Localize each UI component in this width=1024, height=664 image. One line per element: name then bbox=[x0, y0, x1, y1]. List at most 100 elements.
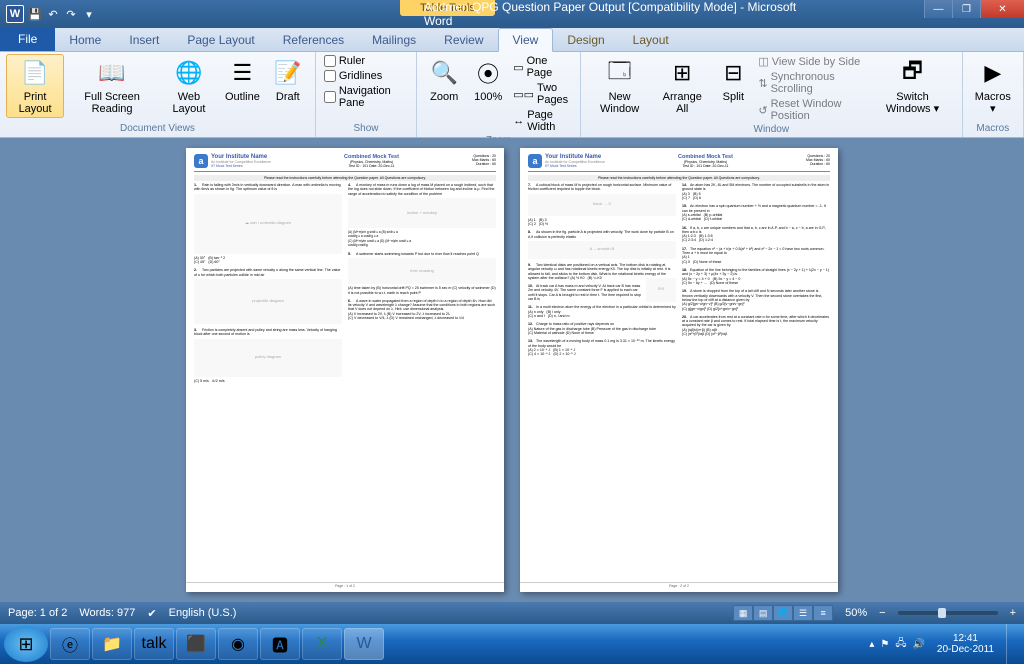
two-pages-button[interactable]: ▭▭ Two Pages bbox=[511, 81, 574, 107]
group-show: Ruler Gridlines Navigation Pane Show bbox=[316, 52, 417, 137]
full-screen-icon: 📖 bbox=[96, 57, 128, 89]
ruler-checkbox[interactable]: Ruler bbox=[322, 54, 410, 68]
reset-window-button: ↺ Reset Window Position bbox=[756, 97, 867, 123]
arrange-all-button[interactable]: ⊞Arrange All bbox=[654, 54, 710, 118]
group-zoom: 🔍Zoom ⦿100% ▭ One Page ▭▭ Two Pages ↔ Pa… bbox=[417, 52, 581, 137]
page-1[interactable]: a Your Institute Name An Institute for C… bbox=[186, 148, 504, 592]
view-draft-icon[interactable]: ≡ bbox=[813, 605, 833, 621]
page-2[interactable]: a Your Institute Name An Institute for C… bbox=[520, 148, 838, 592]
tab-references[interactable]: References bbox=[269, 29, 358, 51]
window-title: Addmen QPG Question Paper Output [Compat… bbox=[424, 0, 824, 28]
draft-button[interactable]: 📝Draft bbox=[267, 54, 309, 106]
page-width-button[interactable]: ↔ Page Width bbox=[511, 108, 574, 134]
ribbon: 📄Print Layout 📖Full Screen Reading 🌐Web … bbox=[0, 52, 1024, 138]
zoom-icon: 🔍 bbox=[428, 57, 460, 89]
page-width-icon: ↔ bbox=[513, 115, 524, 127]
taskbar-word[interactable]: W bbox=[344, 628, 384, 660]
taskbar-app2[interactable]: 🅰 bbox=[260, 628, 300, 660]
new-window-icon: 🗔 bbox=[604, 57, 636, 89]
taskbar: ⊞ ⓔ 📁 talk ⬛ ◉ 🅰 X W ▴ ⚑ 🖧 🔊 12:41 20-De… bbox=[0, 624, 1024, 664]
tab-file[interactable]: File bbox=[0, 27, 55, 51]
diagram-pulley: pulley diagram bbox=[194, 339, 342, 377]
split-button[interactable]: ⊟Split bbox=[712, 54, 754, 106]
one-page-icon: ▭ bbox=[513, 61, 523, 74]
status-words[interactable]: Words: 977 bbox=[79, 607, 135, 619]
zoom-button[interactable]: 🔍Zoom bbox=[423, 54, 465, 106]
tray-clock[interactable]: 12:41 20-Dec-2011 bbox=[931, 633, 1000, 655]
sync-scroll-icon: ⇅ bbox=[758, 77, 767, 90]
view-side-by-side-button: ◫ View Side by Side bbox=[756, 54, 867, 69]
status-page[interactable]: Page: 1 of 2 bbox=[8, 607, 67, 619]
switch-windows-icon: 🗗 bbox=[897, 57, 929, 89]
diagram-collision: A→ smooth B bbox=[528, 241, 676, 259]
split-icon: ⊟ bbox=[717, 57, 749, 89]
save-icon[interactable]: 💾 bbox=[28, 7, 42, 21]
tab-view[interactable]: View bbox=[498, 28, 554, 52]
status-zoom[interactable]: 50% bbox=[845, 607, 867, 619]
zoom-out-button[interactable]: − bbox=[879, 607, 885, 619]
view-web-icon[interactable]: 🌐 bbox=[773, 605, 793, 621]
taskbar-ie[interactable]: ⓔ bbox=[50, 628, 90, 660]
tab-insert[interactable]: Insert bbox=[115, 29, 173, 51]
print-layout-button[interactable]: 📄Print Layout bbox=[6, 54, 64, 118]
web-layout-button[interactable]: 🌐Web Layout bbox=[160, 54, 218, 118]
tab-page-layout[interactable]: Page Layout bbox=[173, 29, 268, 51]
outline-button[interactable]: ☰Outline bbox=[220, 54, 265, 106]
tab-design[interactable]: Design bbox=[553, 29, 618, 51]
hundred-percent-button[interactable]: ⦿100% bbox=[467, 54, 509, 106]
maximize-button[interactable]: ❐ bbox=[952, 0, 980, 18]
tray-volume-icon[interactable]: 🔊 bbox=[912, 639, 924, 650]
macros-button[interactable]: ▶Macros ▾ bbox=[969, 54, 1017, 118]
view-outline-icon[interactable]: ☰ bbox=[793, 605, 813, 621]
ribbon-tabs: File Home Insert Page Layout References … bbox=[0, 28, 1024, 52]
sync-scroll-button: ⇅ Synchronous Scrolling bbox=[756, 70, 867, 96]
hundred-icon: ⦿ bbox=[472, 57, 504, 89]
logo-icon: a bbox=[528, 154, 542, 168]
tab-home[interactable]: Home bbox=[55, 29, 115, 51]
window-controls: — ❐ ✕ bbox=[924, 0, 1024, 18]
tab-layout[interactable]: Layout bbox=[619, 29, 683, 51]
view-full-screen-icon[interactable]: ▤ bbox=[753, 605, 773, 621]
tab-mailings[interactable]: Mailings bbox=[358, 29, 430, 51]
nav-pane-checkbox[interactable]: Navigation Pane bbox=[322, 84, 410, 110]
diagram-incline: incline + monkey bbox=[348, 198, 496, 228]
full-screen-reading-button[interactable]: 📖Full Screen Reading bbox=[66, 54, 158, 118]
start-button[interactable]: ⊞ bbox=[4, 626, 48, 662]
qat-dropdown-icon[interactable]: ▾ bbox=[82, 7, 96, 21]
taskbar-excel[interactable]: X bbox=[302, 628, 342, 660]
word-icon[interactable]: W bbox=[6, 5, 24, 23]
print-layout-icon: 📄 bbox=[19, 57, 51, 89]
show-desktop-button[interactable] bbox=[1006, 624, 1020, 664]
taskbar-gtalk[interactable]: talk bbox=[134, 628, 174, 660]
undo-icon[interactable]: ↶ bbox=[46, 7, 60, 21]
minimize-button[interactable]: — bbox=[924, 0, 952, 18]
diagram-rain: ☁ rain / umbrella diagram bbox=[194, 194, 342, 254]
draft-icon: 📝 bbox=[272, 57, 304, 89]
redo-icon[interactable]: ↷ bbox=[64, 7, 78, 21]
logo-icon: a bbox=[194, 154, 208, 168]
document-area[interactable]: a Your Institute Name An Institute for C… bbox=[0, 138, 1024, 602]
zoom-slider[interactable] bbox=[898, 611, 998, 615]
view-print-layout-icon[interactable]: ▦ bbox=[733, 605, 753, 621]
arrange-all-icon: ⊞ bbox=[666, 57, 698, 89]
switch-windows-button[interactable]: 🗗Switch Windows ▾ bbox=[869, 54, 955, 118]
reset-window-icon: ↺ bbox=[758, 104, 767, 117]
taskbar-app1[interactable]: ⬛ bbox=[176, 628, 216, 660]
one-page-button[interactable]: ▭ One Page bbox=[511, 54, 574, 80]
side-by-side-icon: ◫ bbox=[758, 55, 768, 68]
taskbar-explorer[interactable]: 📁 bbox=[92, 628, 132, 660]
group-window: 🗔New Window ⊞Arrange All ⊟Split ◫ View S… bbox=[581, 52, 963, 137]
close-button[interactable]: ✕ bbox=[980, 0, 1024, 18]
new-window-button[interactable]: 🗔New Window bbox=[587, 54, 652, 118]
tab-review[interactable]: Review bbox=[430, 29, 497, 51]
tray-expand-icon[interactable]: ▴ bbox=[869, 639, 874, 650]
status-language[interactable]: English (U.S.) bbox=[169, 607, 237, 619]
gridlines-checkbox[interactable]: Gridlines bbox=[322, 69, 410, 83]
two-pages-icon: ▭▭ bbox=[513, 88, 534, 101]
tray-flag-icon[interactable]: ⚑ bbox=[880, 639, 889, 650]
group-macros: ▶Macros ▾ Macros bbox=[963, 52, 1024, 137]
zoom-in-button[interactable]: + bbox=[1010, 607, 1016, 619]
tray-network-icon[interactable]: 🖧 bbox=[895, 636, 906, 653]
proofing-icon[interactable]: ✔ bbox=[147, 607, 156, 620]
taskbar-chrome[interactable]: ◉ bbox=[218, 628, 258, 660]
